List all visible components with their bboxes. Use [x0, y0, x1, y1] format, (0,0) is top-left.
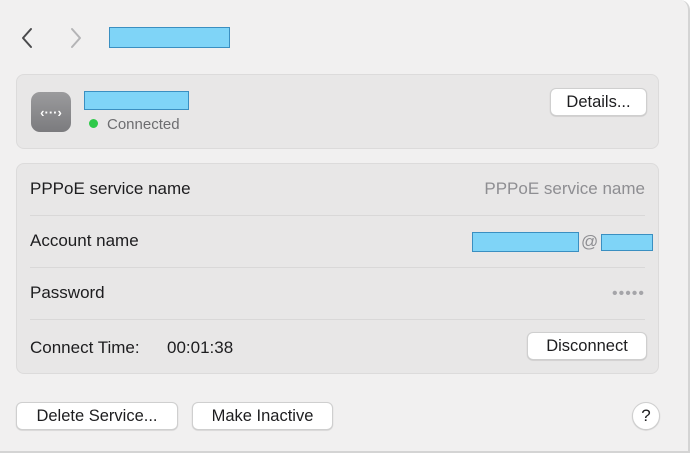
- chevron-right-icon: [71, 28, 81, 48]
- network-service-icon: ‹···›: [31, 92, 71, 132]
- account-domain-redacted: [601, 234, 653, 251]
- status-indicator-dot: [89, 119, 98, 128]
- back-button[interactable]: [17, 24, 37, 52]
- pppoe-settings-card: PPPoE service name PPPoE service name Ac…: [16, 163, 659, 374]
- help-button[interactable]: ?: [632, 402, 660, 430]
- connect-time-value: 00:01:38: [167, 338, 234, 357]
- service-name-redacted: [84, 91, 189, 110]
- make-inactive-button[interactable]: Make Inactive: [192, 402, 333, 430]
- delete-service-button[interactable]: Delete Service...: [16, 402, 178, 430]
- disconnect-button[interactable]: Disconnect: [527, 332, 647, 360]
- account-at-sign: @: [581, 232, 599, 251]
- account-name-input[interactable]: @: [472, 231, 655, 253]
- network-service-glyph: ‹···›: [40, 104, 62, 120]
- account-name-label: Account name: [30, 231, 139, 250]
- service-summary-card: ‹···› Connected Details...: [16, 74, 659, 149]
- password-row: Password •••••: [17, 268, 658, 320]
- password-label: Password: [30, 283, 105, 302]
- network-settings-window: ‹···› Connected Details... PPPoE service…: [0, 0, 690, 453]
- password-input[interactable]: •••••: [612, 285, 645, 303]
- forward-button[interactable]: [66, 24, 86, 52]
- help-icon: ?: [641, 406, 651, 425]
- page-title-redacted: [109, 27, 230, 48]
- connect-time-label: Connect Time:: [30, 338, 140, 357]
- account-user-redacted: [472, 232, 579, 252]
- pppoe-service-label: PPPoE service name: [30, 179, 191, 198]
- chevron-left-icon: [22, 28, 32, 48]
- connection-status: Connected: [107, 116, 180, 133]
- account-name-row: Account name @: [17, 216, 658, 268]
- details-button[interactable]: Details...: [550, 88, 647, 116]
- connect-time-row: Connect Time: 00:01:38 Disconnect: [17, 320, 658, 374]
- pppoe-service-row: PPPoE service name PPPoE service name: [17, 164, 658, 216]
- pppoe-service-input[interactable]: PPPoE service name: [484, 179, 645, 199]
